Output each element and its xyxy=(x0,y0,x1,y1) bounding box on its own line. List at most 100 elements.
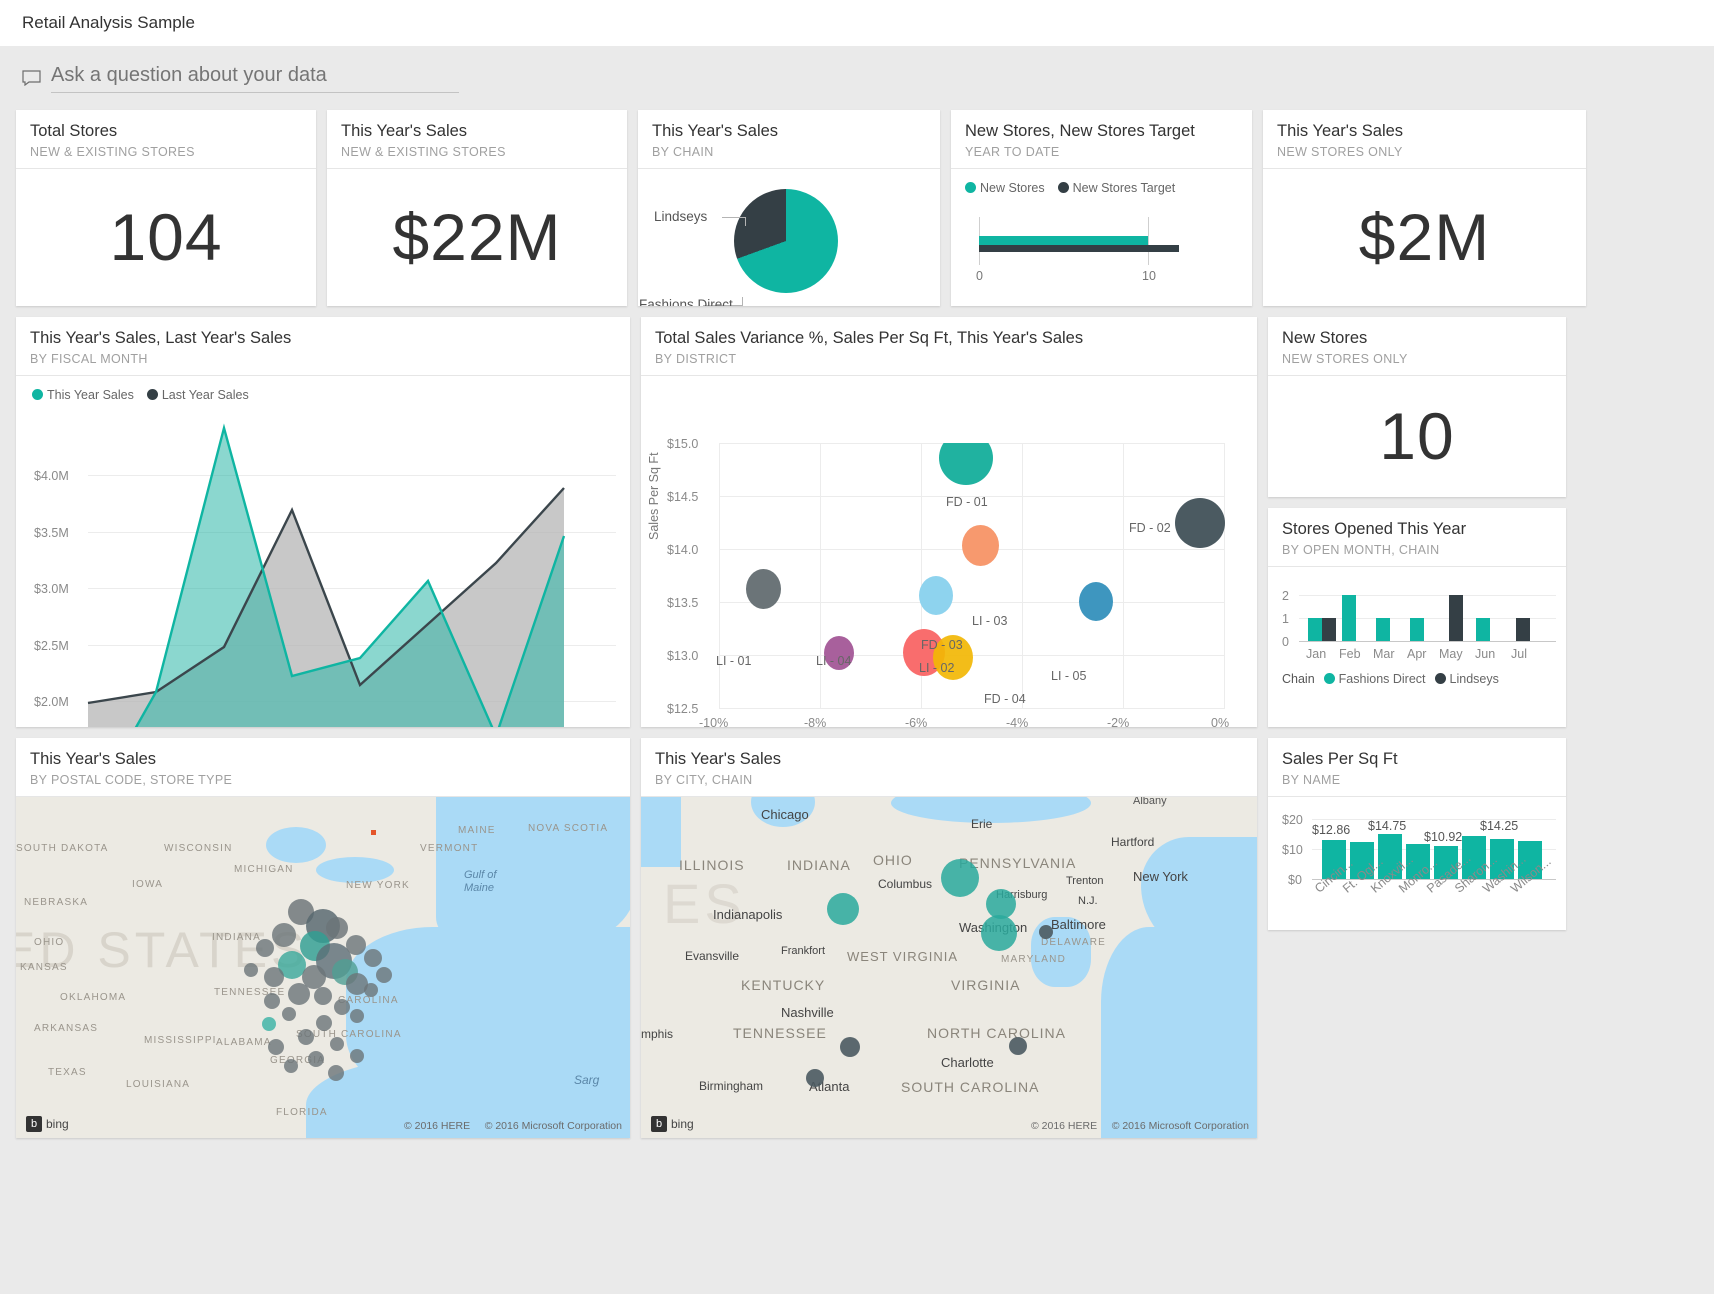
tile-sales-by-month[interactable]: This Year's Sales, Last Year's Sales BY … xyxy=(16,317,630,727)
bing-map-postal[interactable]: ED STATES SOUTH DAKOTA WISCONSIN MAINE N… xyxy=(16,797,630,1138)
bar-jul-lindseys[interactable] xyxy=(1516,618,1530,641)
bing-logo[interactable]: b bing xyxy=(26,1116,69,1132)
map-bubble[interactable] xyxy=(316,1015,332,1031)
tile-title: This Year's Sales xyxy=(30,749,616,770)
tile-stores-opened[interactable]: Stores Opened This Year BY OPEN MONTH, C… xyxy=(1268,508,1566,727)
map-bubble-city[interactable] xyxy=(1039,925,1053,939)
bar-feb-fashions-direct[interactable] xyxy=(1342,595,1356,641)
map-bubble[interactable] xyxy=(364,949,382,967)
map-bubble[interactable] xyxy=(376,967,392,983)
bing-map-city[interactable]: ES Chicago Erie Albany Hartford ILLINOIS… xyxy=(641,797,1257,1138)
tile-sales-by-chain[interactable]: This Year's Sales BY CHAIN Lindseys Fash… xyxy=(638,110,940,306)
map-bubble[interactable] xyxy=(350,1049,364,1063)
map-label: ALABAMA xyxy=(216,1037,272,1048)
map-bubble[interactable] xyxy=(346,935,366,955)
map-bubble[interactable] xyxy=(328,1065,344,1081)
legend-item-new-stores-target[interactable]: New Stores Target xyxy=(1058,181,1176,195)
tile-map-postal-code[interactable]: This Year's Sales BY POSTAL CODE, STORE … xyxy=(16,738,630,1138)
bubble-label-li-02: LI - 02 xyxy=(919,661,954,675)
map-bubble[interactable] xyxy=(262,1017,276,1031)
qa-box[interactable] xyxy=(22,64,459,93)
bubble-fd-03[interactable] xyxy=(919,576,953,615)
map-bubble[interactable] xyxy=(264,993,280,1009)
search-input[interactable] xyxy=(51,64,459,93)
legend-dot-icon xyxy=(32,389,43,400)
bar-jan-lindseys[interactable] xyxy=(1322,618,1336,641)
map-bubble[interactable] xyxy=(334,999,350,1015)
x-tick-label: 0% xyxy=(1211,716,1229,727)
bubble-fd-01[interactable] xyxy=(939,443,993,485)
tile-total-stores[interactable]: Total Stores NEW & EXISTING STORES 104 xyxy=(16,110,316,306)
legend-dot-icon xyxy=(1058,182,1069,193)
map-marker-poi xyxy=(371,830,376,835)
bubble-label-li-04: LI - 04 xyxy=(816,654,851,668)
tile-variance-scatter[interactable]: Total Sales Variance %, Sales Per Sq Ft,… xyxy=(641,317,1257,727)
map-bubble-city[interactable] xyxy=(840,1037,860,1057)
bing-logo[interactable]: b bing xyxy=(651,1116,694,1132)
bubble-li-03[interactable] xyxy=(962,525,999,566)
legend-item-fashions-direct[interactable]: Fashions Direct xyxy=(1324,672,1426,686)
map-bubble[interactable] xyxy=(268,1039,284,1055)
tile-title: Total Stores xyxy=(30,121,302,142)
map-bubble[interactable] xyxy=(272,923,296,947)
tile-sales-per-sqft[interactable]: Sales Per Sq Ft BY NAME $20 $10 $0 xyxy=(1268,738,1566,930)
map-bubble-city[interactable] xyxy=(981,915,1017,951)
tile-new-stores-sales[interactable]: This Year's Sales NEW STORES ONLY $2M xyxy=(1263,110,1586,306)
map-label: INDIANA xyxy=(212,932,261,943)
x-tick-label: Mar xyxy=(1373,647,1395,661)
tile-new-stores-target[interactable]: New Stores, New Stores Target YEAR TO DA… xyxy=(951,110,1252,306)
map-label: OKLAHOMA xyxy=(60,992,126,1003)
bar-jun-fashions-direct[interactable] xyxy=(1476,618,1490,641)
column-chart-stores-opened: 2 1 0 xyxy=(1268,567,1566,727)
pie-leader-line-lindseys xyxy=(722,217,746,218)
legend-item-new-stores[interactable]: New Stores xyxy=(965,181,1045,195)
map-bubble[interactable] xyxy=(326,917,348,939)
bubble-fd-02[interactable] xyxy=(1175,498,1225,548)
map-label: NOVA SCOTIA xyxy=(528,823,608,834)
map-credit: © 2016 HERE © 2016 Microsoft Corporation xyxy=(404,1120,622,1132)
legend-item-last-year-sales[interactable]: Last Year Sales xyxy=(147,388,249,402)
x-tick-label: Feb xyxy=(1339,647,1361,661)
kpi-value: 104 xyxy=(109,204,222,270)
map-bubble[interactable] xyxy=(256,939,274,957)
tile-title: This Year's Sales xyxy=(655,749,1243,770)
legend-item-lindseys[interactable]: Lindseys xyxy=(1435,672,1499,686)
bubble-label-fd-01: FD - 01 xyxy=(946,495,988,509)
axis-line xyxy=(1299,641,1556,642)
map-bubble-city[interactable] xyxy=(1009,1037,1027,1055)
gauge-plot: 0 10 xyxy=(979,217,1238,265)
y-tick-label: $20 xyxy=(1282,813,1303,827)
map-bubble[interactable] xyxy=(298,1029,314,1045)
map-bubble[interactable] xyxy=(244,963,258,977)
column-chart-sales-per-sqft: $20 $10 $0 $12.86 $14.75 xyxy=(1268,797,1566,930)
map-bubble[interactable] xyxy=(314,987,332,1005)
bar-apr-fashions-direct[interactable] xyxy=(1410,618,1424,641)
bar-may-lindseys[interactable] xyxy=(1449,595,1463,641)
map-bubble[interactable] xyxy=(264,967,284,987)
map-state-label-south-carolina: SOUTH CAROLINA xyxy=(901,1079,1039,1095)
bar-jan-fashions-direct[interactable] xyxy=(1308,618,1322,641)
map-bubble[interactable] xyxy=(288,983,310,1005)
bubble-li-01[interactable] xyxy=(746,569,781,609)
map-bubble[interactable] xyxy=(350,1009,364,1023)
tile-subtitle: BY POSTAL CODE, STORE TYPE xyxy=(30,773,616,787)
map-bubble[interactable] xyxy=(284,1059,298,1073)
map-bubble[interactable] xyxy=(308,1051,324,1067)
legend-item-this-year-sales[interactable]: This Year Sales xyxy=(32,388,134,402)
bar-mar-fashions-direct[interactable] xyxy=(1376,618,1390,641)
y-tick-label: 0 xyxy=(1282,635,1289,649)
map-bubble-city[interactable] xyxy=(827,893,859,925)
legend-dot-icon xyxy=(1324,673,1335,684)
map-bubble-city[interactable] xyxy=(941,859,979,897)
map-bubble[interactable] xyxy=(282,1007,296,1021)
water-left xyxy=(641,797,681,867)
map-bubble[interactable] xyxy=(364,983,378,997)
tile-this-years-sales[interactable]: This Year's Sales NEW & EXISTING STORES … xyxy=(327,110,627,306)
map-bubble-city[interactable] xyxy=(806,1069,824,1087)
bubble-li-05[interactable] xyxy=(1079,582,1113,621)
tile-new-stores[interactable]: New Stores NEW STORES ONLY 10 xyxy=(1268,317,1566,497)
gauge-chart: New Stores New Stores Target 0 10 xyxy=(951,169,1252,306)
chart-legend: New Stores New Stores Target xyxy=(965,181,1175,195)
tile-map-city[interactable]: This Year's Sales BY CITY, CHAIN ES Chic… xyxy=(641,738,1257,1138)
map-bubble[interactable] xyxy=(330,1037,344,1051)
